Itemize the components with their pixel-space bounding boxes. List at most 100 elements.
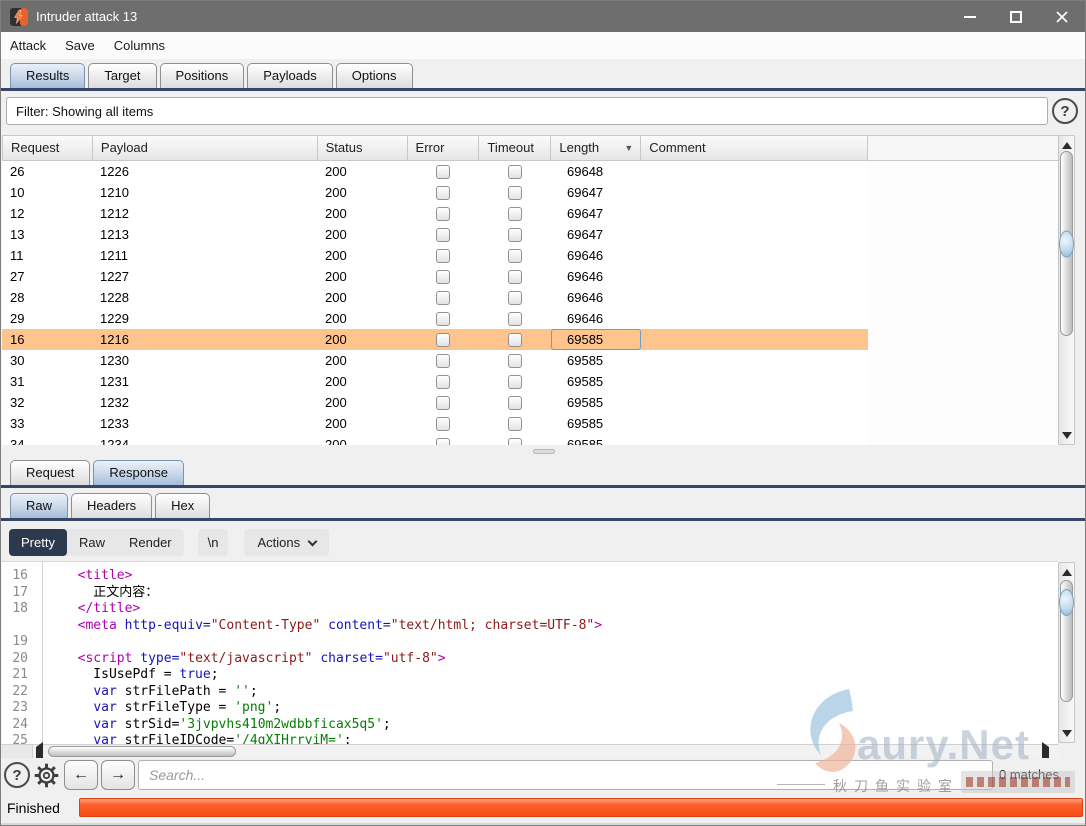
column-header-timeout[interactable]: Timeout	[479, 136, 552, 160]
code-scrollbar-thumb[interactable]	[1059, 580, 1074, 702]
code-token-plain: strFilePath =	[116, 683, 235, 699]
mode-render-button[interactable]: Render	[117, 529, 184, 556]
search-help-icon[interactable]: ?	[4, 762, 30, 788]
table-row[interactable]: 27 1227 200 69646	[2, 266, 868, 287]
timeout-checkbox[interactable]	[508, 248, 522, 263]
view-tab-raw[interactable]: Raw	[10, 493, 69, 518]
error-checkbox[interactable]	[436, 227, 450, 242]
error-checkbox[interactable]	[436, 290, 450, 305]
close-button[interactable]	[1039, 1, 1085, 32]
column-header-comment[interactable]: Comment	[641, 136, 869, 160]
main-tab-results[interactable]: Results	[10, 63, 86, 88]
timeout-checkbox[interactable]	[508, 269, 522, 284]
error-checkbox[interactable]	[436, 311, 450, 326]
horizontal-scrollbar-thumb[interactable]	[48, 746, 236, 757]
code-token-plain: strFileType =	[116, 700, 235, 715]
table-row[interactable]: 31 1231 200 69585	[2, 371, 868, 392]
table-vertical-scrollbar[interactable]	[1058, 135, 1075, 445]
scroll-up-arrow[interactable]	[1059, 138, 1074, 152]
view-tab-hex[interactable]: Hex	[155, 493, 211, 518]
table-row[interactable]: 11 1211 200 69646	[2, 245, 868, 266]
menu-columns[interactable]: Columns	[114, 38, 165, 53]
column-header-length[interactable]: Length ▼	[551, 136, 642, 160]
code-text: <title>	[62, 568, 133, 585]
code-text: <script type="text/javascript" charset="…	[62, 651, 446, 668]
main-tab-options[interactable]: Options	[335, 63, 413, 88]
timeout-checkbox[interactable]	[508, 164, 522, 179]
timeout-checkbox[interactable]	[508, 416, 522, 431]
filter-bar[interactable]: Filter: Showing all items	[6, 97, 1048, 125]
column-header-error[interactable]: Error	[408, 136, 480, 160]
error-checkbox[interactable]	[436, 332, 450, 347]
table-row[interactable]: 30 1230 200 69585	[2, 350, 868, 371]
error-checkbox[interactable]	[436, 206, 450, 221]
mode-pretty-button[interactable]: Pretty	[9, 529, 67, 556]
timeout-checkbox[interactable]	[508, 311, 522, 326]
column-header-request[interactable]: Request	[3, 136, 93, 160]
main-tab-target[interactable]: Target	[88, 63, 157, 88]
main-tab-positions[interactable]: Positions	[159, 63, 245, 88]
timeout-checkbox[interactable]	[508, 206, 522, 221]
menu-save[interactable]: Save	[65, 38, 95, 53]
response-viewer[interactable]: 16 <title> 17 正文内容： 18 </title> <meta http…	[2, 561, 1058, 744]
timeout-checkbox[interactable]	[508, 332, 522, 347]
error-checkbox[interactable]	[436, 269, 450, 284]
column-label: Payload	[100, 140, 148, 155]
error-checkbox[interactable]	[436, 395, 450, 410]
length-cell: 69585	[567, 353, 604, 368]
panel-splitter[interactable]	[1, 445, 1085, 457]
error-checkbox[interactable]	[436, 185, 450, 200]
timeout-checkbox[interactable]	[508, 374, 522, 389]
filter-help-icon[interactable]: ?	[1052, 98, 1078, 124]
code-token-plain: ;	[343, 733, 352, 744]
scroll-up-arrow[interactable]	[1059, 565, 1074, 579]
scroll-down-arrow[interactable]	[1059, 428, 1074, 442]
detail-tab-response[interactable]: Response	[93, 460, 184, 485]
scroll-down-arrow[interactable]	[1059, 726, 1074, 740]
error-checkbox[interactable]	[436, 353, 450, 368]
detail-tab-request[interactable]: Request	[10, 460, 91, 485]
table-scrollbar-thumb[interactable]	[1059, 151, 1074, 336]
comment-cell	[641, 329, 868, 350]
main-tab-payloads[interactable]: Payloads	[247, 63, 333, 88]
settings-gear-icon[interactable]	[33, 762, 60, 789]
error-checkbox[interactable]	[436, 164, 450, 179]
table-row[interactable]: 32 1232 200 69585	[2, 392, 868, 413]
column-header-payload[interactable]: Payload	[93, 136, 318, 160]
code-horizontal-scrollbar[interactable]	[1, 742, 1058, 769]
maximize-button[interactable]	[993, 1, 1039, 32]
timeout-checkbox[interactable]	[508, 185, 522, 200]
table-row[interactable]: 34 1234 200 69585	[2, 434, 868, 445]
show-newlines-button[interactable]: \n	[197, 529, 229, 556]
actions-button[interactable]: Actions	[244, 529, 330, 556]
previous-match-button[interactable]: ←	[64, 760, 98, 790]
next-match-button[interactable]: →	[101, 760, 135, 790]
view-tab-headers[interactable]: Headers	[71, 493, 153, 518]
timeout-checkbox[interactable]	[508, 353, 522, 368]
table-row[interactable]: 26 1226 200 69648	[2, 161, 868, 182]
table-row[interactable]: 29 1229 200 69646	[2, 308, 868, 329]
table-row[interactable]: 16 1216 200 69585	[2, 329, 868, 350]
timeout-checkbox[interactable]	[508, 290, 522, 305]
menu-attack[interactable]: Attack	[10, 38, 46, 53]
error-checkbox[interactable]	[436, 248, 450, 263]
search-input[interactable]	[138, 760, 993, 790]
error-checkbox[interactable]	[436, 437, 450, 445]
code-vertical-scrollbar[interactable]	[1058, 562, 1075, 743]
attack-progress-bar	[79, 798, 1083, 817]
column-header-status[interactable]: Status	[318, 136, 408, 160]
mode-raw-button[interactable]: Raw	[67, 529, 117, 556]
timeout-checkbox[interactable]	[508, 395, 522, 410]
minimize-button[interactable]	[947, 1, 993, 32]
table-row[interactable]: 10 1210 200 69647	[2, 182, 868, 203]
timeout-checkbox[interactable]	[508, 437, 522, 445]
table-row[interactable]: 33 1233 200 69585	[2, 413, 868, 434]
table-row[interactable]: 28 1228 200 69646	[2, 287, 868, 308]
error-checkbox[interactable]	[436, 416, 450, 431]
table-row[interactable]: 13 1213 200 69647	[2, 224, 868, 245]
error-checkbox[interactable]	[436, 374, 450, 389]
timeout-checkbox[interactable]	[508, 227, 522, 242]
table-row[interactable]: 12 1212 200 69647	[2, 203, 868, 224]
